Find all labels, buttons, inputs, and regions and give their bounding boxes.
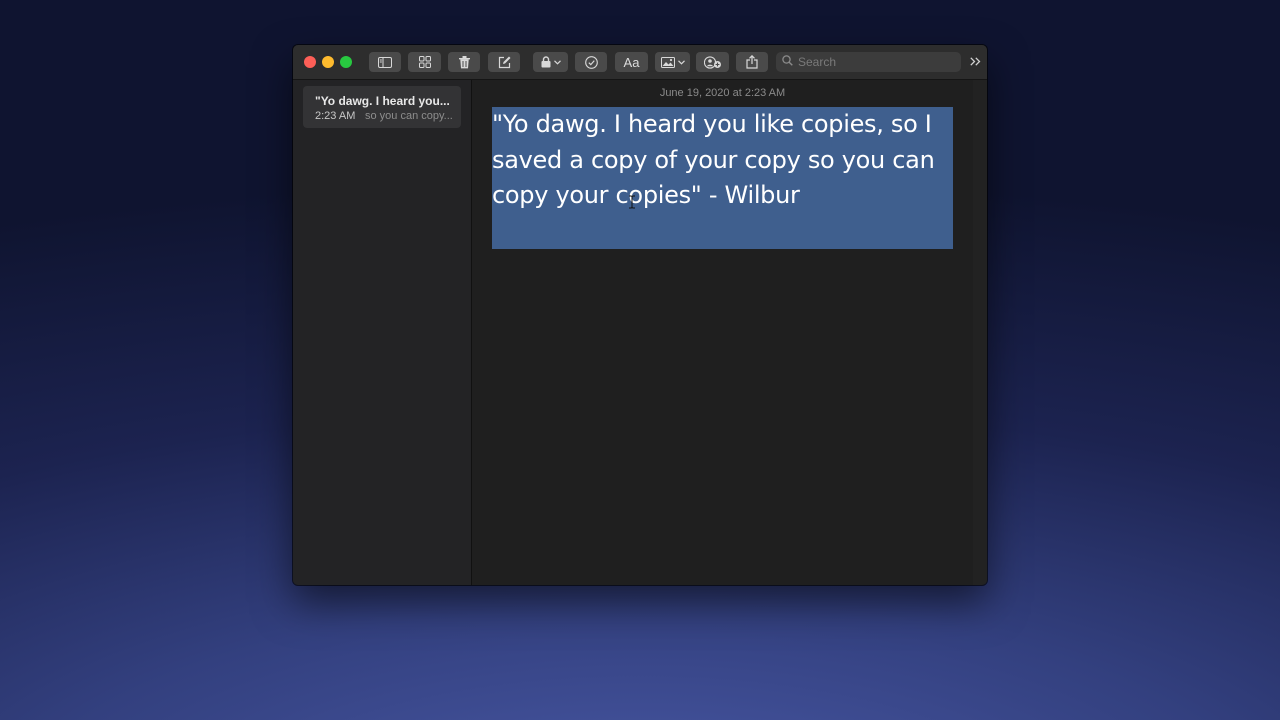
trash-icon: [458, 55, 470, 69]
minimize-window-button[interactable]: [322, 56, 334, 68]
share-button[interactable]: [736, 52, 768, 72]
note-preview: so you can copy...: [365, 110, 453, 122]
search-field[interactable]: [776, 52, 961, 72]
list-item[interactable]: "Yo dawg. I heard you... 2:23 AM so you …: [303, 86, 461, 128]
notes-window: Aa Search "Yo dawg. I heard you... 2:23 …: [293, 45, 987, 585]
delete-button[interactable]: [448, 52, 480, 72]
text-cursor-icon: [628, 195, 636, 209]
toolbar-overflow-button[interactable]: [967, 53, 983, 71]
grid-icon: [418, 56, 431, 68]
checklist-button[interactable]: [575, 52, 607, 72]
note-body-text[interactable]: "Yo dawg. I heard you like copies, so I …: [492, 107, 953, 249]
text-format-icon: Aa: [623, 54, 640, 70]
zoom-window-button[interactable]: [340, 56, 352, 68]
chevron-down-icon: [553, 59, 561, 65]
search-input[interactable]: [798, 55, 948, 69]
format-button[interactable]: Aa: [615, 52, 648, 72]
compose-button[interactable]: [488, 52, 520, 72]
gallery-view-button[interactable]: [408, 52, 441, 72]
close-window-button[interactable]: [304, 56, 316, 68]
toolbar: Aa: [293, 45, 987, 80]
compose-icon: [498, 56, 511, 69]
checkmark-circle-icon: [584, 55, 598, 69]
sidebar-icon: [378, 56, 392, 68]
search-icon: [782, 53, 793, 71]
collaborate-button[interactable]: [696, 52, 729, 72]
note-time: 2:23 AM: [315, 110, 356, 122]
double-chevron-right-icon: [969, 53, 981, 70]
scrollbar-track[interactable]: [973, 80, 987, 585]
note-editor[interactable]: June 19, 2020 at 2:23 AM "Yo dawg. I hea…: [472, 80, 973, 585]
media-button[interactable]: [655, 52, 690, 72]
lock-icon: [541, 56, 551, 68]
share-icon: [746, 55, 758, 69]
sidebar-toggle-button[interactable]: [369, 52, 401, 72]
photo-icon: [660, 56, 675, 68]
lock-button[interactable]: [533, 52, 568, 72]
chevron-down-icon: [677, 59, 685, 65]
note-date: June 19, 2020 at 2:23 AM: [659, 87, 786, 99]
notes-list: "Yo dawg. I heard you... 2:23 AM so you …: [293, 80, 472, 585]
add-people-icon: [703, 55, 722, 69]
note-title: "Yo dawg. I heard you...: [315, 94, 450, 108]
